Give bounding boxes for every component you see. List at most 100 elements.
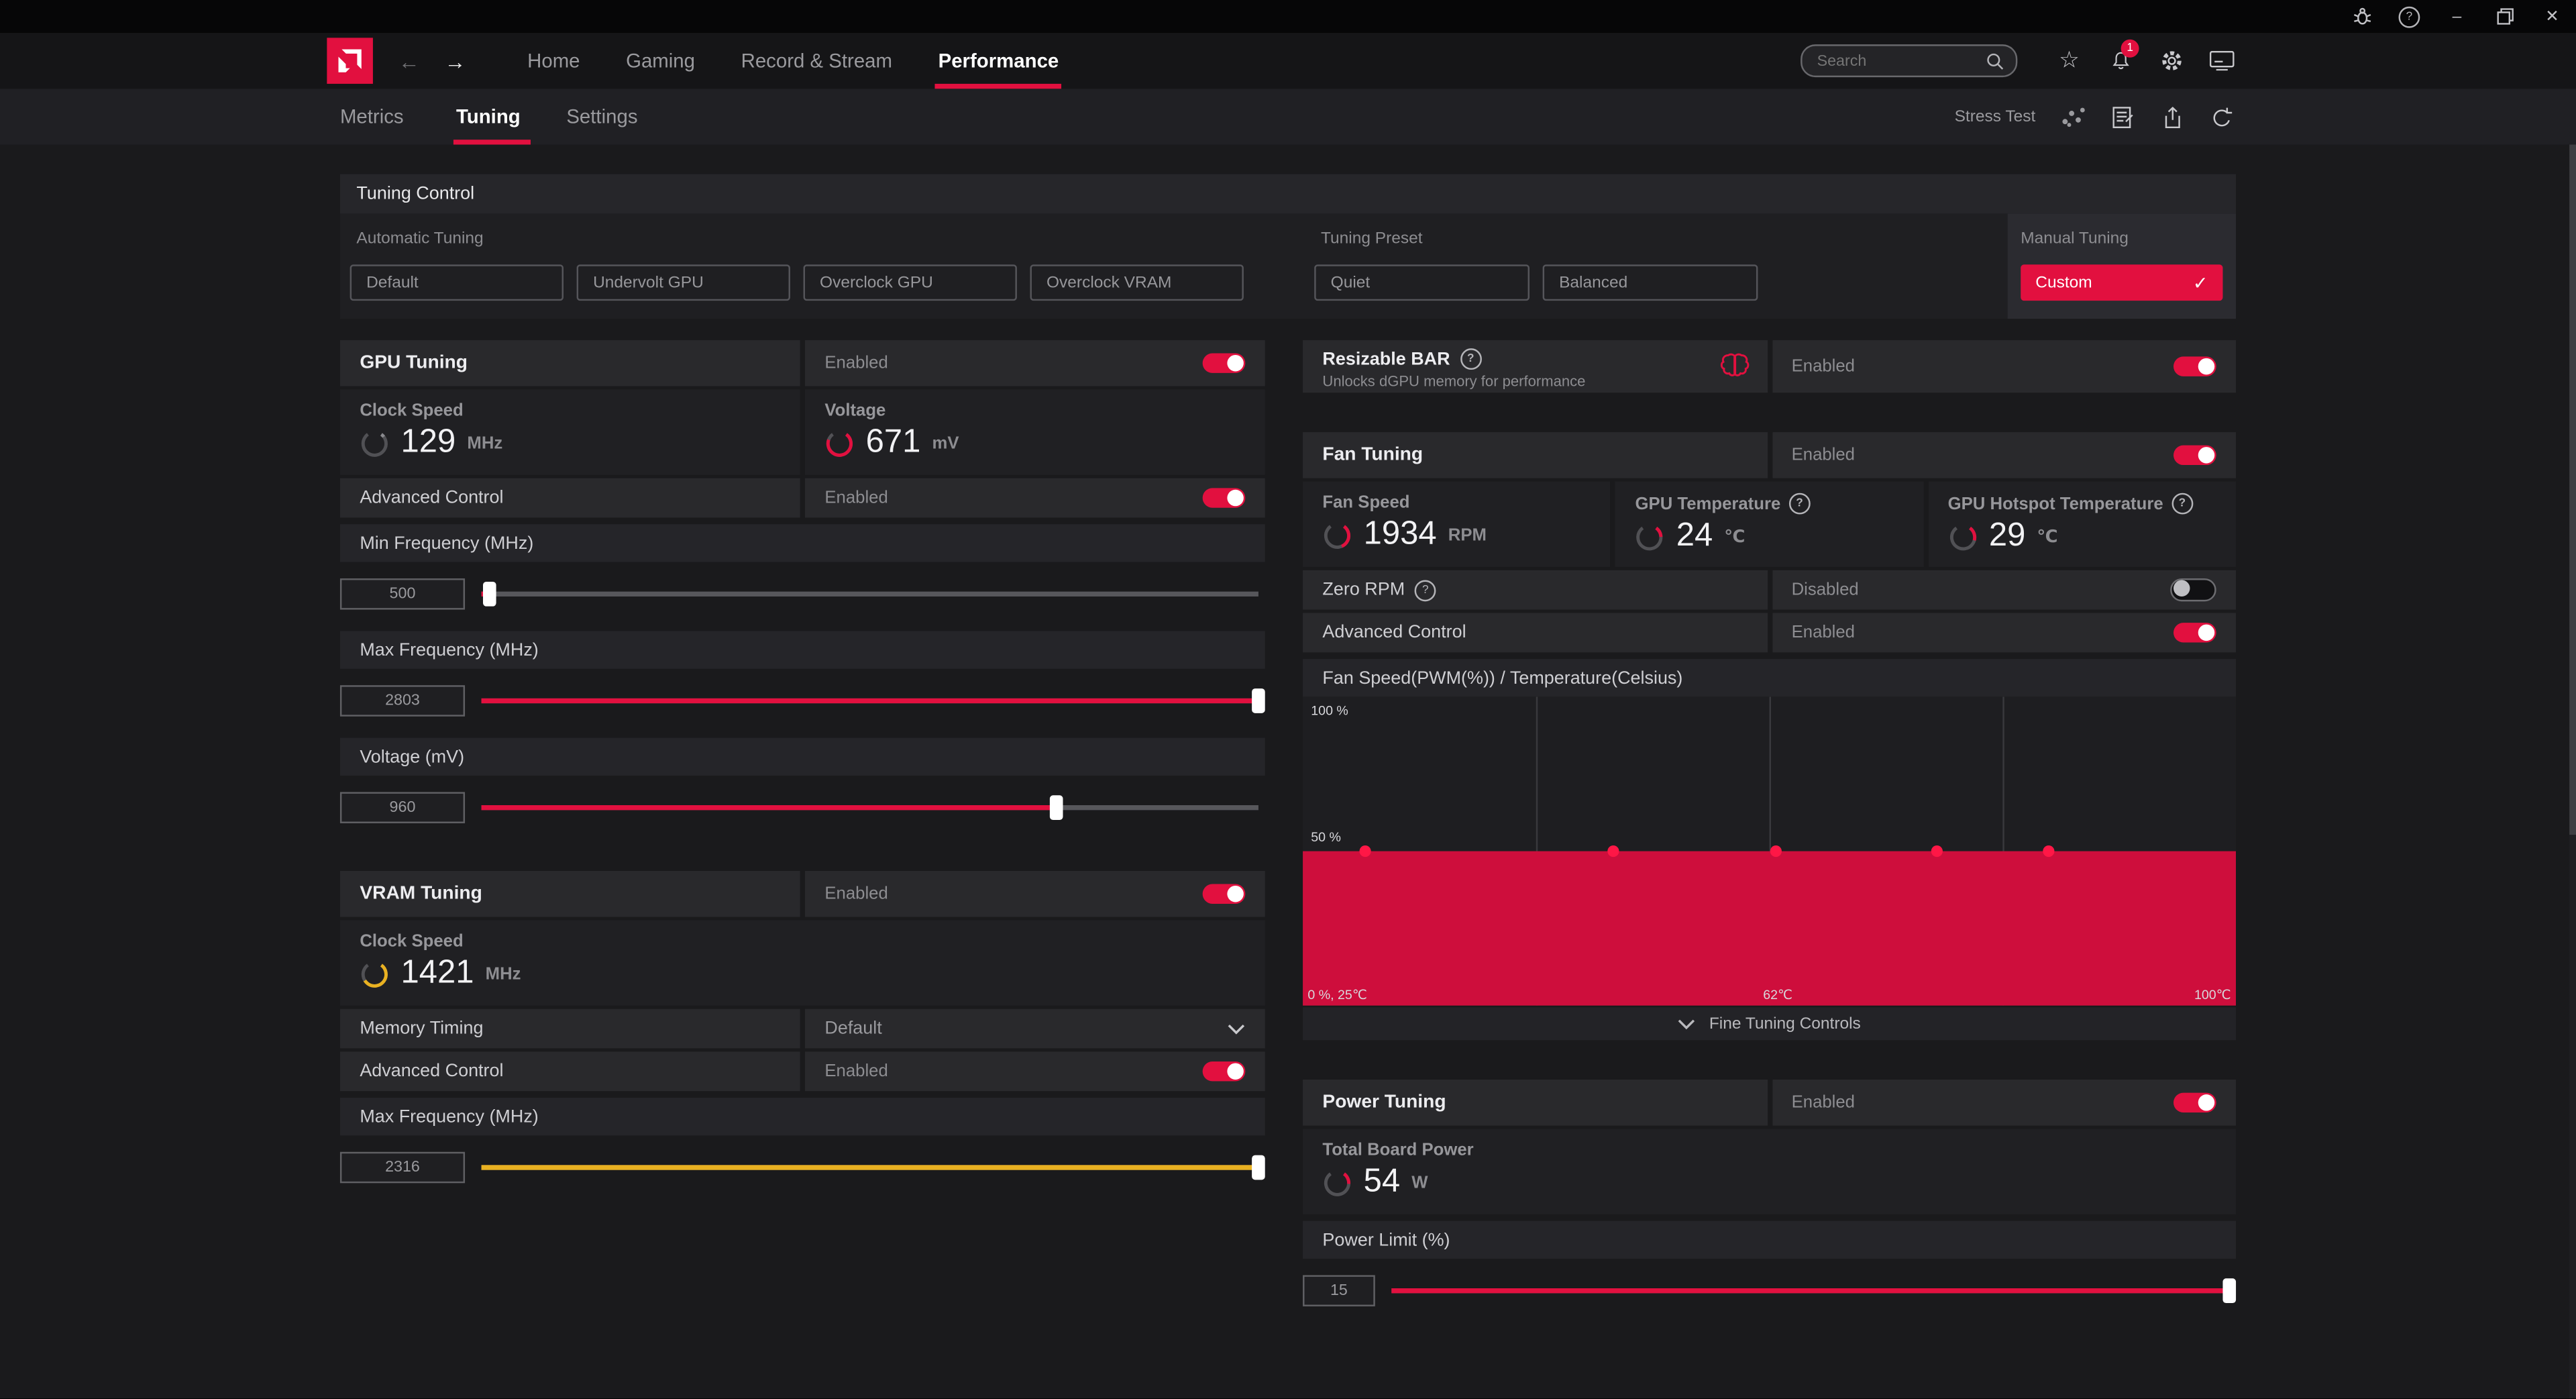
auto-tune-default-button[interactable]: Default: [350, 264, 564, 301]
vram-advanced-toggle[interactable]: [1203, 1061, 1246, 1081]
fan-advanced-state-label: Enabled: [1792, 623, 1855, 642]
nav-item-record-stream[interactable]: Record & Stream: [718, 33, 915, 89]
tab-settings[interactable]: Settings: [543, 89, 661, 144]
resizable-bar-cell: Resizable BAR Unlocks dGPU memory for pe…: [1303, 340, 1767, 393]
memory-timing-label: Memory Timing: [360, 1019, 483, 1038]
fan-curve-point[interactable]: [1770, 845, 1781, 857]
app-window: Home Gaming Record & Stream Performance …: [0, 0, 2576, 1398]
tab-tuning[interactable]: Tuning: [433, 89, 543, 144]
settings-button[interactable]: [2145, 33, 2196, 89]
preset-balanced-button[interactable]: Balanced: [1543, 264, 1758, 301]
help-icon[interactable]: [1460, 348, 1481, 370]
search-input[interactable]: [1814, 50, 1986, 72]
search-box[interactable]: [1801, 44, 2017, 77]
memory-timing-dropdown[interactable]: Default: [805, 1009, 1265, 1049]
scrollbar[interactable]: [2569, 145, 2576, 1399]
fan-tuning-enabled-toggle[interactable]: [2174, 446, 2216, 465]
gauge-icon: [824, 428, 854, 458]
gpu-advanced-toggle[interactable]: [1203, 488, 1246, 507]
report-bug-button[interactable]: [2338, 0, 2385, 33]
manual-custom-button[interactable]: Custom: [2021, 264, 2222, 301]
help-icon: [2399, 6, 2420, 28]
gpu-tuning-enabled-toggle[interactable]: [1203, 354, 1246, 373]
gpu-hotspot-unit: ℃: [2037, 527, 2058, 546]
vram-tuning-header: VRAM Tuning: [340, 871, 800, 917]
y-tick-100: 100 %: [1311, 703, 1348, 718]
favorites-button[interactable]: [2044, 33, 2095, 89]
vram-clock-speed-value: 1421: [401, 955, 474, 992]
slider-handle[interactable]: [1050, 794, 1063, 819]
auto-tune-overclock-vram-button[interactable]: Overclock VRAM: [1030, 264, 1244, 301]
slider-handle[interactable]: [1252, 1154, 1265, 1179]
vram-max-frequency-input[interactable]: [340, 1151, 465, 1183]
fan-tuning-title: Fan Tuning: [1322, 446, 1423, 465]
fine-tuning-controls-button[interactable]: Fine Tuning Controls: [1303, 1007, 2236, 1040]
amd-logo[interactable]: [327, 38, 373, 84]
notifications-button[interactable]: 1: [2094, 33, 2145, 89]
reset-button[interactable]: [2196, 89, 2245, 144]
voltage-input[interactable]: [340, 791, 465, 823]
amd-arrow-icon: [337, 48, 363, 74]
slider-handle[interactable]: [2222, 1278, 2236, 1302]
nav-tabs: Home Gaming Record & Stream Performance: [504, 33, 1082, 89]
min-frequency-input[interactable]: [340, 578, 465, 609]
slider-handle[interactable]: [1252, 688, 1265, 713]
vram-max-frequency-label: Max Frequency (MHz): [340, 1098, 1265, 1135]
auto-tune-overclock-gpu-button[interactable]: Overclock GPU: [804, 264, 1017, 301]
fan-curve-chart[interactable]: 100 % 50 % 0 %, 25℃ 62℃ 100℃: [1303, 696, 2236, 1005]
max-frequency-slider[interactable]: [482, 698, 1258, 703]
nav-item-performance[interactable]: Performance: [915, 33, 1081, 89]
restore-icon: [2496, 8, 2512, 24]
total-board-power-metric: Total Board Power 54 W: [1303, 1129, 2236, 1214]
slider-handle[interactable]: [482, 581, 496, 606]
restore-button[interactable]: [2481, 0, 2528, 33]
resizable-bar-toggle[interactable]: [2174, 356, 2216, 376]
fan-curve-point[interactable]: [1931, 845, 1943, 857]
close-icon: [2545, 7, 2559, 25]
gpu-voltage-value: 671: [866, 424, 921, 462]
fan-advanced-toggle[interactable]: [2174, 623, 2216, 642]
total-board-power-value: 54: [1364, 1163, 1400, 1201]
close-button[interactable]: [2528, 0, 2576, 33]
vram-max-frequency-slider[interactable]: [482, 1164, 1258, 1169]
fan-curve-point[interactable]: [1608, 845, 1619, 857]
auto-tune-undervolt-gpu-button[interactable]: Undervolt GPU: [577, 264, 790, 301]
gpu-advanced-enabled-cell: Enabled: [805, 478, 1265, 518]
help-button[interactable]: [2385, 0, 2433, 33]
min-frequency-slider[interactable]: [482, 590, 1258, 595]
minimize-icon: [2453, 7, 2462, 25]
scrollbar-thumb[interactable]: [2569, 145, 2576, 835]
tab-metrics[interactable]: Metrics: [340, 89, 433, 144]
fan-curve-point[interactable]: [2043, 845, 2055, 857]
power-tuning-enabled-toggle[interactable]: [2174, 1093, 2216, 1112]
fan-curve-point[interactable]: [1359, 845, 1371, 857]
share-button[interactable]: [2147, 89, 2196, 144]
vram-tuning-enabled-toggle[interactable]: [1203, 884, 1246, 904]
help-icon[interactable]: [1415, 579, 1436, 601]
preset-quiet-button[interactable]: Quiet: [1314, 264, 1529, 301]
nav-item-home[interactable]: Home: [504, 33, 603, 89]
voltage-mv-label: Voltage (mV): [340, 738, 1265, 776]
power-enabled-label: Enabled: [1792, 1093, 1855, 1112]
tuning-control-title: Tuning Control: [340, 174, 2236, 214]
help-icon[interactable]: [1789, 493, 1811, 515]
stress-test-label: Stress Test: [1955, 107, 2036, 125]
gauge-icon: [1948, 522, 1978, 552]
help-icon[interactable]: [2171, 493, 2193, 515]
voltage-slider[interactable]: [482, 805, 1258, 809]
back-button[interactable]: [386, 48, 433, 73]
devices-button[interactable]: [2196, 33, 2247, 89]
undo-icon: [2210, 106, 2232, 127]
nav-item-gaming[interactable]: Gaming: [603, 33, 718, 89]
max-frequency-input[interactable]: [340, 684, 465, 716]
zero-rpm-toggle[interactable]: [2170, 578, 2216, 601]
power-tuning-enabled-cell: Enabled: [1772, 1080, 2236, 1126]
bug-icon: [2352, 7, 2371, 26]
forward-button[interactable]: [432, 48, 478, 73]
power-limit-input[interactable]: [1303, 1274, 1375, 1306]
stress-test-button[interactable]: [2049, 89, 2098, 144]
profiles-button[interactable]: [2098, 89, 2147, 144]
gpu-temperature-unit: ℃: [1724, 527, 1745, 546]
minimize-button[interactable]: [2433, 0, 2481, 33]
power-limit-slider[interactable]: [1391, 1288, 2229, 1292]
